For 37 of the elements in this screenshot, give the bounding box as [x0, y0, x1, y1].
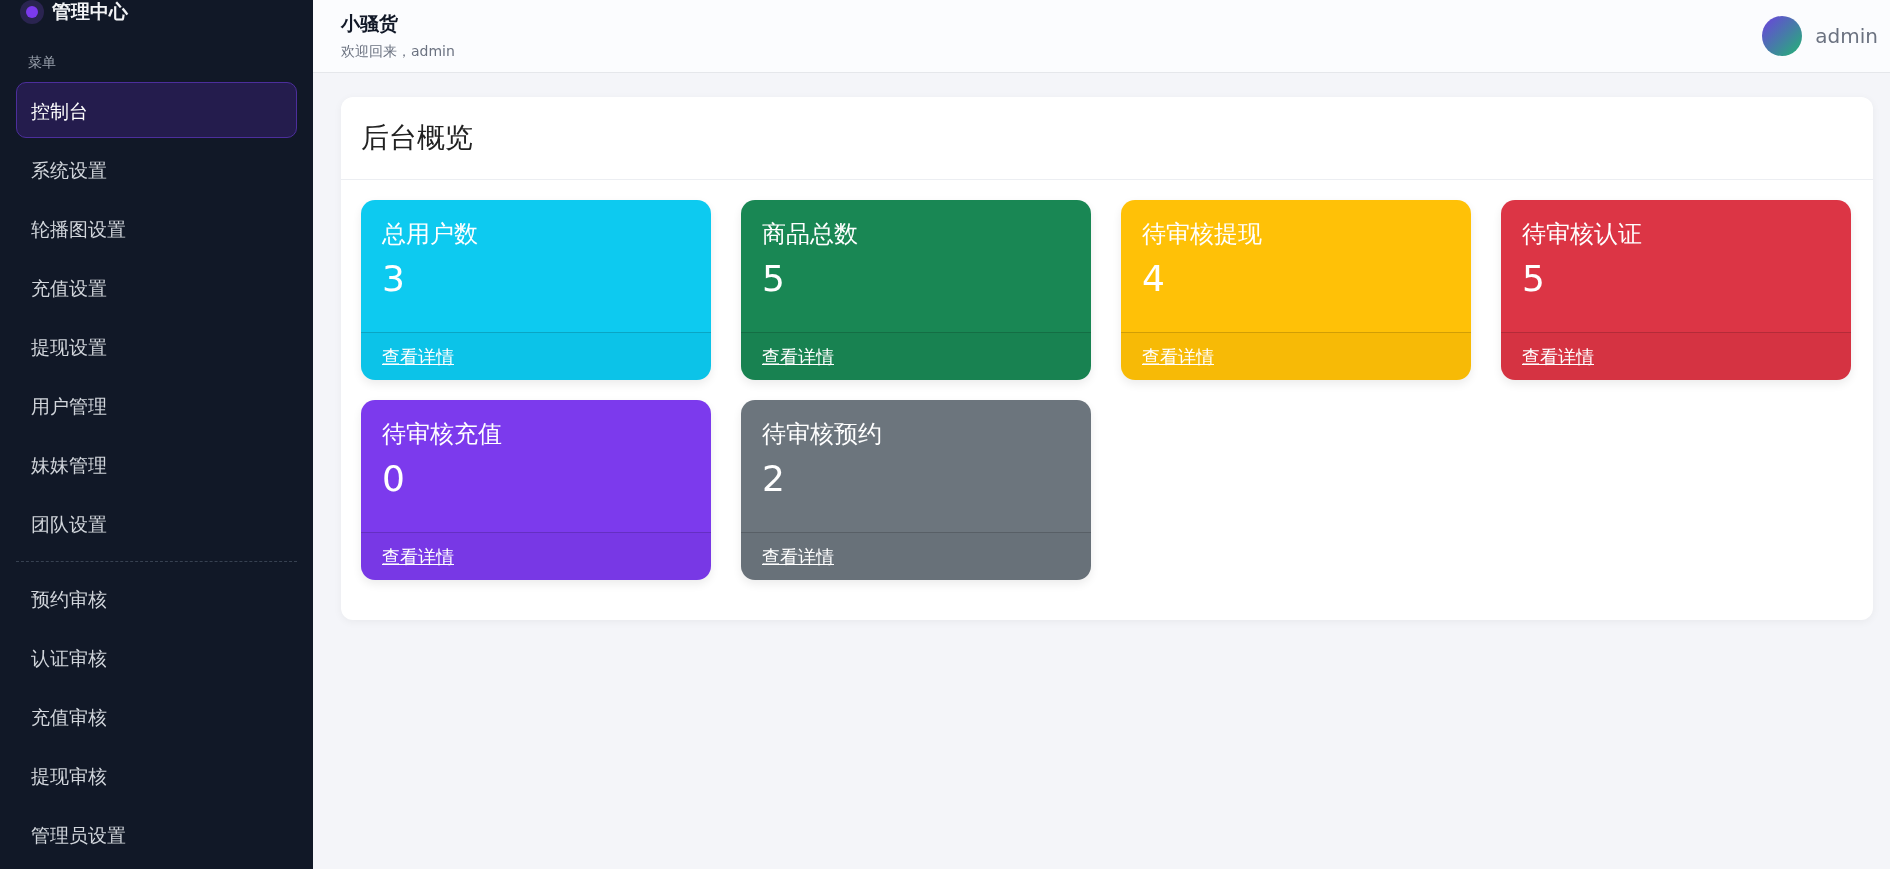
stat-title: 商品总数 [762, 219, 859, 250]
welcome-text: 欢迎回来，admin [341, 43, 455, 61]
details-link[interactable]: 查看详情 [762, 344, 834, 369]
avatar-icon[interactable] [1762, 16, 1803, 56]
details-link[interactable]: 查看详情 [382, 544, 454, 569]
sidebar-item[interactable]: 妹妹管理 [16, 436, 297, 492]
sidebar-item[interactable]: 轮播图设置 [16, 200, 297, 256]
stat-title: 待审核预约 [762, 419, 883, 450]
stat-value: 3 [382, 258, 406, 299]
sidebar-item[interactable]: 提现设置 [16, 318, 297, 374]
details-link[interactable]: 查看详情 [762, 544, 834, 569]
sidebar-item[interactable]: 团队设置 [16, 495, 297, 551]
panel-title: 后台概览 [341, 97, 1873, 180]
sidebar-item[interactable]: 管理员设置 [16, 806, 297, 862]
sidebar-item[interactable]: 系统设置 [16, 141, 297, 197]
stat-value: 5 [1522, 258, 1546, 299]
stat-title: 待审核提现 [1142, 219, 1263, 250]
brand-title: 管理中心 [52, 0, 128, 24]
stat-value: 0 [382, 458, 406, 499]
sidebar-item[interactable]: 预约审核 [16, 570, 297, 626]
sidebar-item[interactable]: 控制台 [16, 82, 297, 138]
sidebar-item[interactable]: 提现审核 [16, 747, 297, 803]
sidebar-item[interactable]: 充值设置 [16, 259, 297, 315]
user-name[interactable]: admin [1815, 24, 1878, 48]
stat-title: 总用户数 [382, 219, 479, 250]
stat-title: 待审核认证 [1522, 219, 1643, 250]
sidebar-item[interactable]: 充值审核 [16, 688, 297, 744]
stat-value: 2 [762, 458, 786, 499]
details-link[interactable]: 查看详情 [1522, 344, 1594, 369]
stat-value: 5 [762, 258, 786, 299]
sidebar-item[interactable]: 用户管理 [16, 377, 297, 433]
site-title: 小骚货 [341, 11, 399, 36]
logo-icon [20, 0, 44, 24]
stat-value: 4 [1142, 258, 1166, 299]
sidebar-item[interactable]: 认证审核 [16, 629, 297, 685]
section-label: 菜单 [28, 54, 57, 72]
stat-title: 待审核充值 [382, 419, 503, 450]
